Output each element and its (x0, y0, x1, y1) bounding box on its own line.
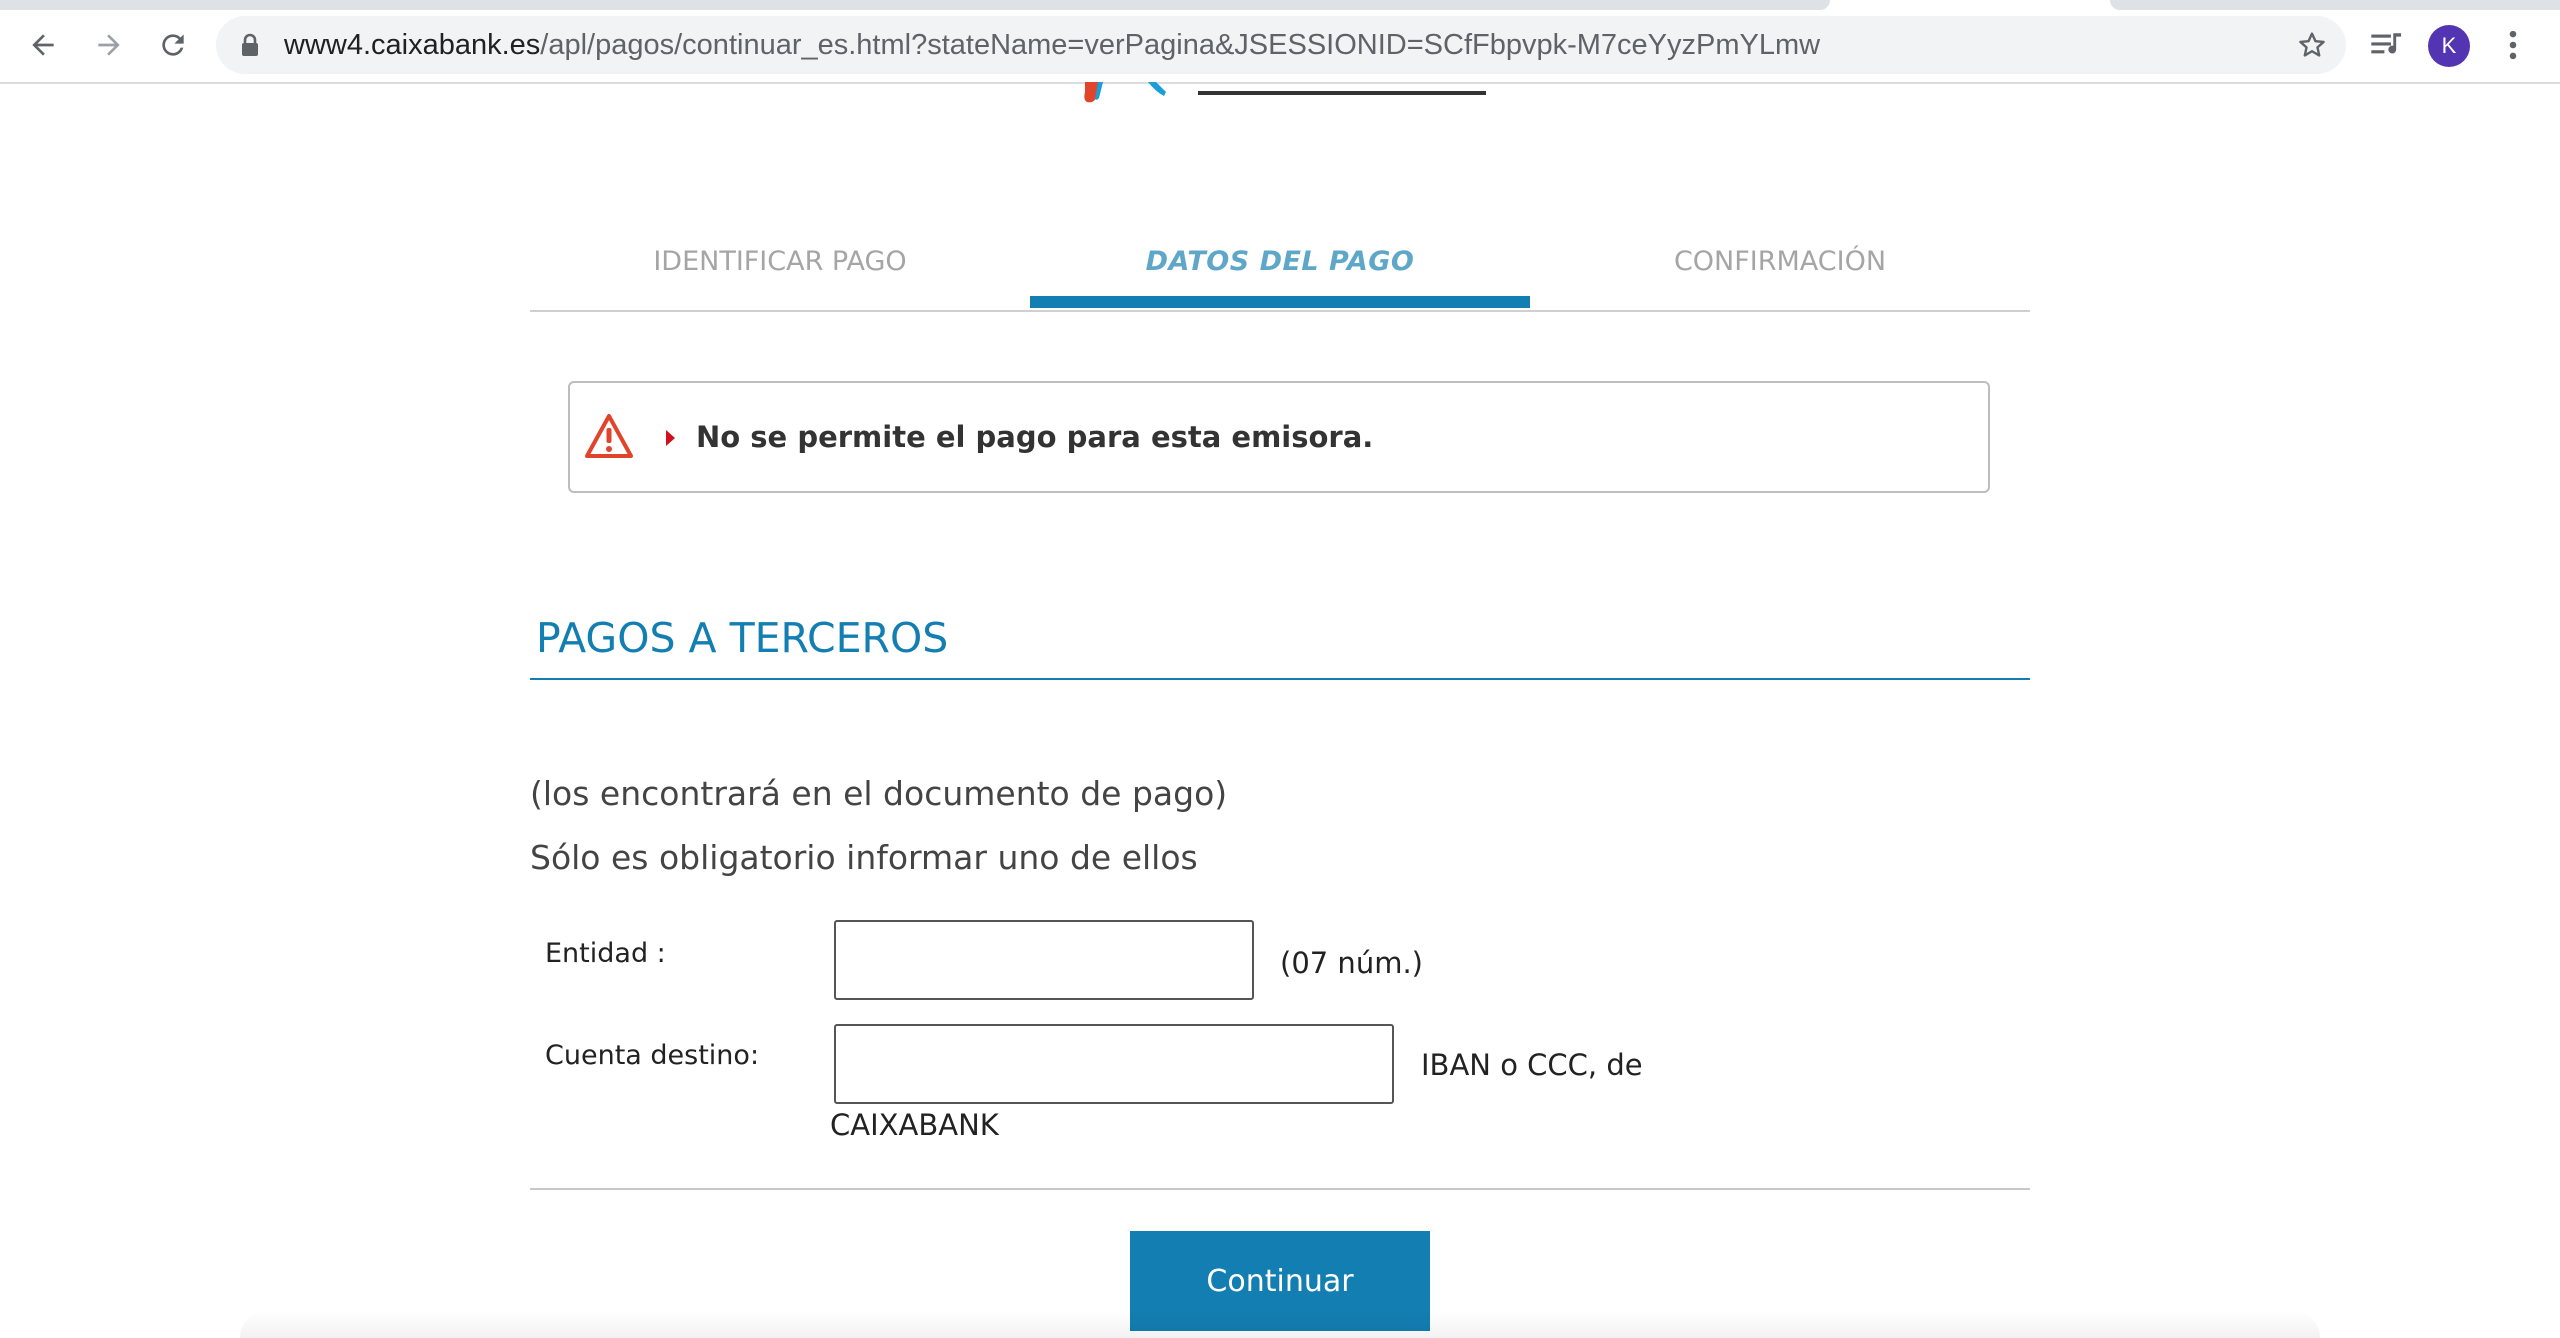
warning-triangle-icon (585, 414, 633, 458)
bottom-shadow (240, 1310, 2320, 1338)
cuenta-destino-label: Cuenta destino: (545, 1040, 760, 1071)
cuenta-destino-hint: IBAN o CCC, de (1421, 1048, 1643, 1082)
star-icon[interactable] (2296, 29, 2328, 61)
tab-strip (2110, 0, 2560, 10)
reload-icon (162, 34, 184, 56)
entidad-input[interactable] (834, 920, 1254, 1000)
back-button[interactable] (20, 22, 66, 68)
browser-toolbar: www4.caixabank.es/apl/pagos/continuar_es… (0, 0, 2560, 84)
url-path: /apl/pagos/continuar_es.html?stateName=v… (540, 29, 1821, 61)
form-divider (530, 1188, 2030, 1190)
logo-underline (1198, 91, 1486, 95)
reload-button[interactable] (150, 22, 196, 68)
entidad-label: Entidad : (545, 938, 666, 969)
step-identificar-pago: IDENTIFICAR PAGO (653, 246, 907, 277)
section-title: PAGOS A TERCEROS (536, 614, 949, 662)
caixabank-logo-icon (1084, 82, 1166, 103)
browser-menu-button[interactable] (2490, 22, 2536, 68)
instruction-line-2: Sólo es obligatorio informar uno de ello… (530, 838, 1198, 877)
media-control-button[interactable] (2364, 22, 2410, 68)
caret-right-icon (666, 430, 675, 446)
entidad-hint: (07 núm.) (1280, 946, 1423, 980)
address-bar[interactable]: www4.caixabank.es/apl/pagos/continuar_es… (216, 16, 2346, 74)
step-confirmacion: CONFIRMACIÓN (1673, 246, 1887, 277)
media-control-icon (2371, 33, 2402, 54)
back-arrow-icon (32, 34, 54, 56)
forward-arrow-icon (98, 34, 120, 56)
payment-steps: IDENTIFICAR PAGO DATOS DEL PAGO CONFIRMA… (530, 230, 2030, 312)
instruction-line-1: (los encontrará en el documento de pago) (530, 774, 1228, 813)
tab-strip (0, 0, 1830, 10)
alert-message: No se permite el pago para esta emisora. (696, 420, 1374, 454)
error-alert: No se permite el pago para esta emisora. (568, 381, 1990, 493)
step-datos-del-pago: DATOS DEL PAGO (1145, 246, 1415, 277)
more-vertical-icon (2509, 30, 2517, 60)
url-text[interactable]: www4.caixabank.es/apl/pagos/continuar_es… (284, 16, 1820, 74)
cuenta-destino-hint-bank: CAIXABANK (830, 1108, 999, 1142)
url-host: www4.caixabank.es (284, 29, 541, 61)
lock-icon (242, 33, 258, 56)
section-divider (530, 678, 2030, 680)
profile-avatar[interactable]: K (2428, 25, 2470, 67)
cuenta-destino-input[interactable] (834, 1024, 1394, 1104)
active-step-indicator (1030, 296, 1530, 308)
forward-button[interactable] (86, 22, 132, 68)
